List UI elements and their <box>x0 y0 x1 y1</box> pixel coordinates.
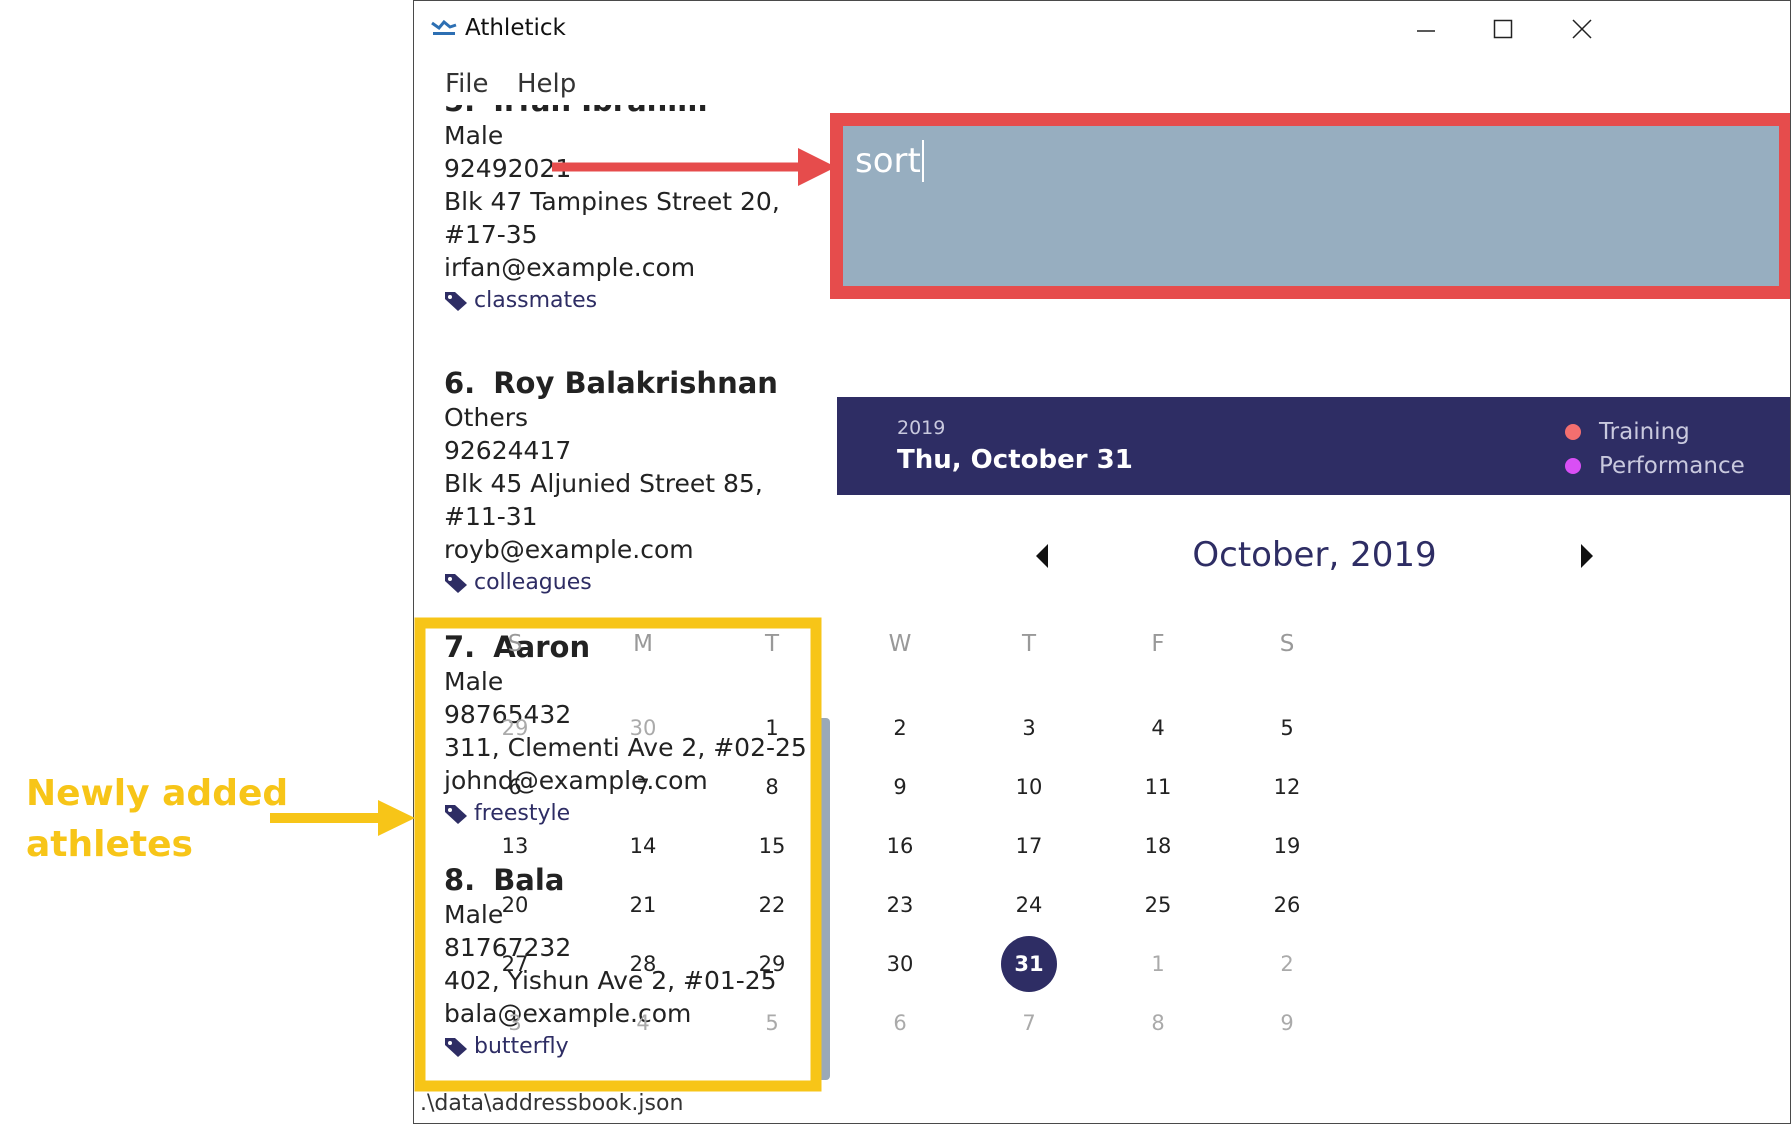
new-athletes-highlight-box <box>414 617 822 1092</box>
newly-added-arrow-head <box>378 800 415 836</box>
annotation-overlay <box>270 148 836 1092</box>
command-arrow-head <box>798 148 836 186</box>
